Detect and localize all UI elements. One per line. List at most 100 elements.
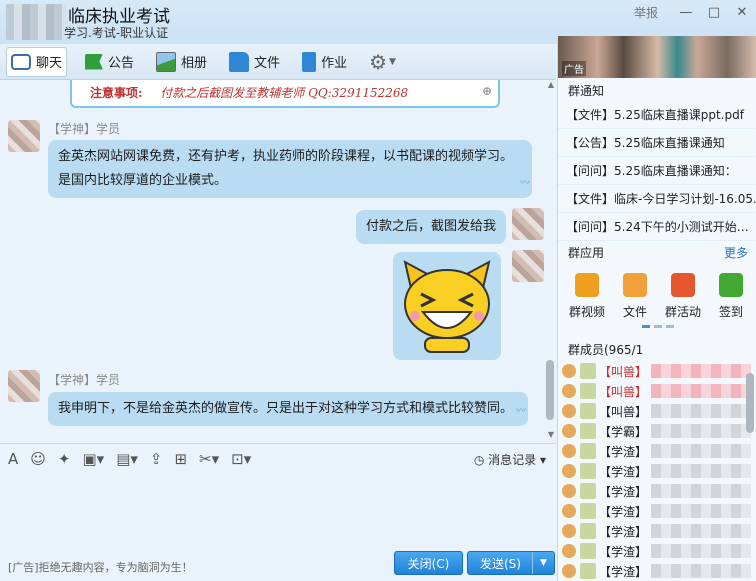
close-icon[interactable]: ✕ [728, 5, 756, 20]
minimize-icon[interactable]: — [672, 5, 700, 20]
image-icon[interactable]: ▤▾ [116, 450, 138, 468]
app-label: 签到 [718, 305, 743, 319]
tab-files-label: 文件 [254, 56, 281, 71]
chat-scrollbar[interactable] [546, 360, 554, 420]
tab-album[interactable]: 相册 [152, 47, 211, 77]
close-button-label: 关闭(C) [407, 556, 450, 571]
chevron-down-icon: ▼ [389, 56, 396, 67]
video-icon [575, 273, 599, 297]
maximize-icon[interactable]: □ [700, 5, 728, 20]
avatar[interactable] [8, 120, 40, 152]
tab-files[interactable]: 文件 [225, 47, 284, 77]
member-row[interactable]: 【学渣】 [558, 501, 756, 521]
message-input[interactable] [0, 473, 556, 543]
scroll-down-icon[interactable]: ▼ [548, 430, 554, 439]
message-text-line: 是国内比较厚道的企业模式。 [58, 173, 228, 188]
upload-icon[interactable]: ⇪ [150, 450, 163, 468]
tab-notice-label: 公告 [108, 56, 135, 71]
present-icon[interactable]: ⊞ [174, 450, 187, 468]
checkmark-icon [719, 273, 743, 297]
message-text: 付款之后，截图发给我 [366, 219, 497, 234]
notice-section-title: 群通知 [568, 84, 605, 98]
chat-history[interactable]: 注意事项: 付款之后截图发至教辅老师 QQ:3291152268 ⊕ 【学神】学… [0, 80, 556, 442]
picture-icon [156, 51, 177, 72]
chat-icon [11, 53, 31, 70]
folder-icon [623, 273, 647, 297]
member-row[interactable]: 【学渣】 [558, 481, 756, 501]
flag-icon [85, 53, 104, 70]
zoom-icon[interactable]: ⊕ [482, 84, 492, 98]
more-tools-icon[interactable]: ⊡▾ [231, 450, 251, 468]
member-row[interactable]: 【学渣】 [558, 561, 756, 581]
ad-link[interactable]: [广告]拒绝无趣内容，专为脑洞为生！ [8, 559, 193, 575]
member-list-scrollbar[interactable] [746, 373, 754, 433]
flag-icon [671, 273, 695, 297]
folder-icon [229, 51, 250, 72]
ad-banner[interactable]: 广告 [558, 36, 756, 78]
tab-album-label: 相册 [181, 56, 208, 71]
ad-tag: 广告 [562, 61, 586, 76]
apps-pager[interactable] [642, 325, 674, 328]
member-list[interactable]: 【叫兽】 【叫兽】 【叫兽】 【学霸】 【学渣】 【学渣】 【学渣】 【学渣】 … [558, 361, 756, 581]
member-row[interactable]: 【叫兽】 [558, 401, 756, 421]
message-sender: 【学神】学员 [48, 373, 121, 387]
notice-image-message[interactable]: 注意事项: 付款之后截图发至教辅老师 QQ:3291152268 ⊕ [70, 80, 500, 108]
member-row[interactable]: 【叫兽】 [558, 361, 756, 381]
message-text: 我申明下，不是给金英杰的做宣传。只是出于对这种学习方式和模式比较赞同。 [58, 401, 514, 416]
avatar[interactable] [512, 250, 544, 282]
font-icon[interactable]: A [8, 450, 18, 468]
member-row[interactable]: 【学渣】 [558, 521, 756, 541]
message-bubble[interactable]: 我申明下，不是给金英杰的做宣传。只是出于对这种学习方式和模式比较赞同。 〰 [48, 392, 528, 426]
tab-chat[interactable]: 聊天 [6, 46, 68, 77]
app-checkin[interactable]: 签到 [708, 267, 754, 337]
member-row[interactable]: 【学渣】 [558, 461, 756, 481]
sticker-message[interactable] [393, 252, 501, 360]
magic-wand-icon[interactable]: ✦ [58, 450, 71, 468]
member-row[interactable]: 【叫兽】 [558, 381, 756, 401]
avatar[interactable] [8, 370, 40, 402]
document-icon [302, 51, 317, 72]
scissors-icon[interactable]: ✂▾ [199, 450, 219, 468]
member-row[interactable]: 【学霸】 [558, 421, 756, 441]
settings-menu[interactable]: ⚙ ▼ [365, 47, 400, 77]
message-sender: 【学神】学员 [48, 122, 121, 136]
message-history-button[interactable]: ◷ 消息记录 ▾ [474, 451, 546, 468]
send-options-chevron-icon[interactable]: ▼ [532, 552, 554, 574]
report-link[interactable]: 举报 [634, 4, 658, 21]
message-bubble[interactable]: 金英杰网站网课免费，还有护考，执业药师的阶段课程，以书配课的视频学习。 是国内比… [48, 140, 532, 198]
member-row[interactable]: 【学渣】 [558, 541, 756, 561]
clock-icon: ◷ [473, 453, 489, 467]
notice-image-heading: 注意事项: [90, 86, 143, 100]
notice-item[interactable]: 【问问】5.24下午的小测试开始了… [558, 213, 756, 241]
message-bubble[interactable]: 付款之后，截图发给我 [356, 210, 507, 244]
bubble-decoration-icon: 〰 [520, 178, 530, 189]
group-subtitle: 学习.考试-职业认证 [64, 26, 169, 40]
send-button[interactable]: 发送(S) ▼ [467, 551, 555, 575]
tab-notice[interactable]: 公告 [81, 47, 138, 77]
more-apps-link[interactable]: 更多 [724, 244, 748, 261]
input-toolbar: A ☺ ✦ ▣▾ ▤▾ ⇪ ⊞ ✂▾ ⊡▾ ◷ 消息记录 ▾ [0, 443, 556, 473]
bubble-decoration-icon: 〰 [516, 406, 526, 417]
cat-sticker-icon [403, 260, 491, 353]
notice-item[interactable]: 【文件】5.25临床直播课ppt.pdf [558, 101, 756, 129]
tab-homework-label: 作业 [321, 56, 348, 71]
member-row[interactable]: 【学渣】 [558, 441, 756, 461]
footer: [广告]拒绝无趣内容，专为脑洞为生！ 关闭(C) 发送(S) ▼ [0, 546, 556, 581]
app-group-video[interactable]: 群视频 [564, 267, 610, 337]
tab-homework[interactable]: 作业 [298, 47, 351, 77]
send-button-label: 发送(S) [480, 556, 521, 571]
window-controls: 举报 — □ ✕ [634, 4, 756, 21]
tab-chat-label: 聊天 [36, 56, 63, 71]
emoji-icon[interactable]: ☺ [30, 450, 46, 468]
notice-item[interactable]: 【文件】临床-今日学习计划-16.05. [558, 185, 756, 213]
avatar[interactable] [512, 208, 544, 240]
group-side-panel: 广告 群通知 【文件】5.25临床直播课ppt.pdf 【公告】5.25临床直播… [557, 36, 756, 581]
group-avatar[interactable] [6, 4, 66, 40]
scroll-up-icon[interactable]: ▲ [548, 80, 554, 89]
notice-item[interactable]: 【问问】5.25临床直播课通知： [558, 157, 756, 185]
app-label: 文件 [622, 305, 647, 319]
notice-item[interactable]: 【公告】5.25临床直播课通知 [558, 129, 756, 157]
close-button[interactable]: 关闭(C) [394, 551, 463, 575]
gift-icon[interactable]: ▣▾ [82, 450, 104, 468]
notice-list: 【文件】5.25临床直播课ppt.pdf 【公告】5.25临床直播课通知 【问问… [558, 101, 756, 241]
